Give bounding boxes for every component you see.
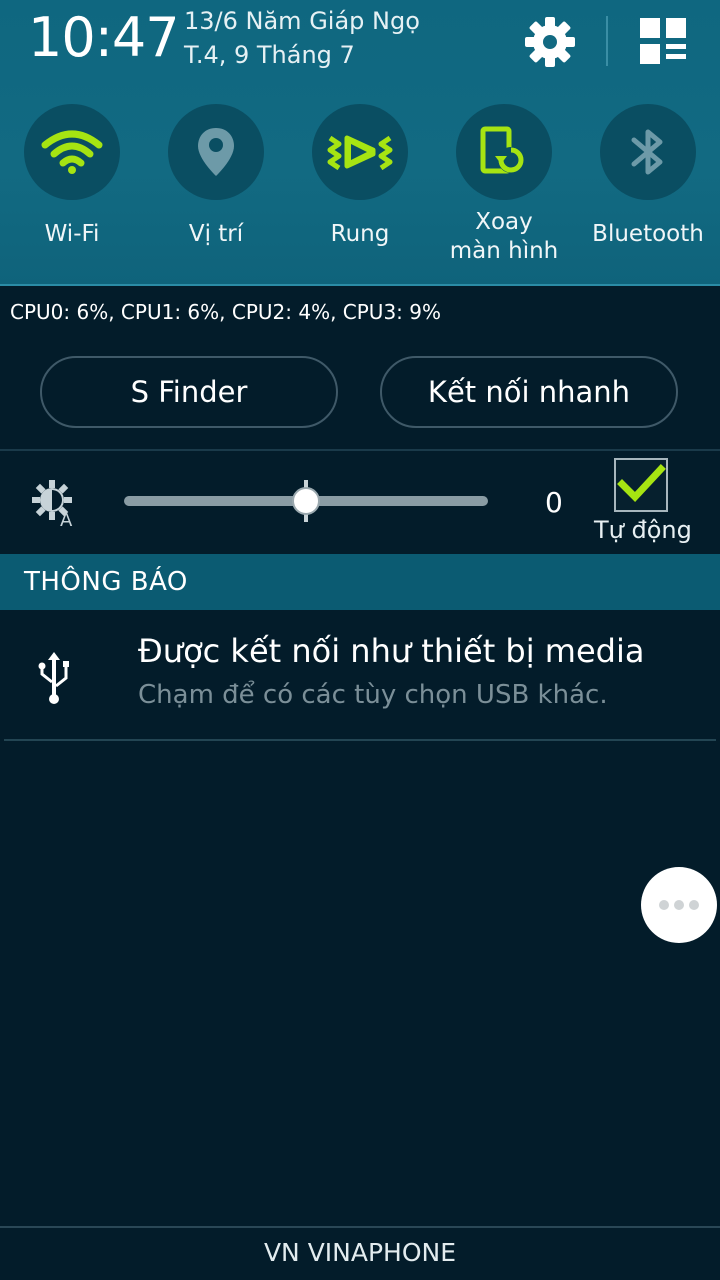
quick-setting-bluetooth-label: Bluetooth	[592, 221, 704, 247]
checkmark-icon	[617, 464, 666, 503]
date-display: 13/6 Năm Giáp Ngọ T.4, 9 Tháng 7	[184, 4, 420, 72]
more-options-button[interactable]	[641, 867, 717, 943]
quick-setting-vibrate-button[interactable]	[312, 104, 408, 200]
quick-setting-bluetooth-button[interactable]	[600, 104, 696, 200]
divider	[0, 449, 720, 451]
vibrate-icon	[327, 135, 393, 171]
more-dot	[689, 900, 699, 910]
quick-setting-wifi[interactable]: Wi-Fi	[0, 104, 144, 249]
notification-subtitle: Chạm để có các tùy chọn USB khác.	[138, 680, 608, 710]
wifi-icon	[41, 130, 103, 174]
edit-quick-settings-icon[interactable]	[636, 14, 690, 68]
notification-title: Được kết nối như thiết bị media	[138, 632, 645, 670]
quick-setting-wifi-label: Wi-Fi	[44, 221, 100, 247]
s-finder-button[interactable]: S Finder	[40, 356, 338, 428]
quick-setting-rotate-label: Xoay màn hình	[432, 208, 576, 266]
clock: 10:47	[28, 6, 180, 69]
auto-brightness-label: Tự động	[594, 516, 692, 544]
quick-setting-bluetooth[interactable]: Bluetooth	[576, 104, 720, 249]
quick-setting-location-label: Vị trí	[188, 221, 244, 247]
quick-panel-header: 10:47 13/6 Năm Giáp Ngọ T.4, 9 Tháng 7 W…	[0, 0, 720, 286]
location-pin-icon	[198, 128, 234, 176]
more-dot	[674, 900, 684, 910]
quick-connect-button[interactable]: Kết nối nhanh	[380, 356, 678, 428]
quick-setting-vibrate-label: Rung	[330, 221, 390, 247]
quick-setting-rotate-label-line2: màn hình	[449, 238, 559, 264]
date-solar: T.4, 9 Tháng 7	[184, 41, 355, 69]
quick-settings-row: Wi-Fi Vị trí Rung Xoay màn hình Bluetoot…	[0, 104, 720, 274]
carrier-name: VN VINAPHONE	[263, 1238, 457, 1267]
brightness-value: 0	[545, 486, 563, 519]
quick-setting-rotate[interactable]: Xoay màn hình	[432, 104, 576, 266]
header-divider	[606, 16, 608, 66]
footer-divider	[0, 1226, 720, 1228]
settings-gear-icon[interactable]	[522, 14, 578, 70]
quick-setting-location[interactable]: Vị trí	[144, 104, 288, 249]
quick-setting-rotate-button[interactable]	[456, 104, 552, 200]
bluetooth-icon	[631, 129, 663, 175]
auto-brightness-icon: A	[32, 480, 73, 528]
svg-text:A: A	[60, 510, 73, 528]
date-lunar: 13/6 Năm Giáp Ngọ	[184, 7, 420, 35]
brightness-slider-thumb[interactable]	[292, 487, 320, 515]
quick-setting-vibrate[interactable]: Rung	[288, 104, 432, 249]
cpu-usage-text: CPU0: 6%, CPU1: 6%, CPU2: 4%, CPU3: 9%	[10, 300, 441, 324]
more-dot	[659, 900, 669, 910]
auto-brightness-checkbox[interactable]	[614, 458, 668, 512]
notifications-header: THÔNG BÁO	[0, 554, 720, 610]
quick-setting-rotate-label-line1: Xoay	[475, 209, 533, 235]
quick-setting-location-button[interactable]	[168, 104, 264, 200]
usb-icon	[38, 652, 69, 704]
quick-setting-wifi-button[interactable]	[24, 104, 120, 200]
notification-divider	[4, 739, 716, 741]
screen-rotation-icon	[480, 126, 524, 174]
